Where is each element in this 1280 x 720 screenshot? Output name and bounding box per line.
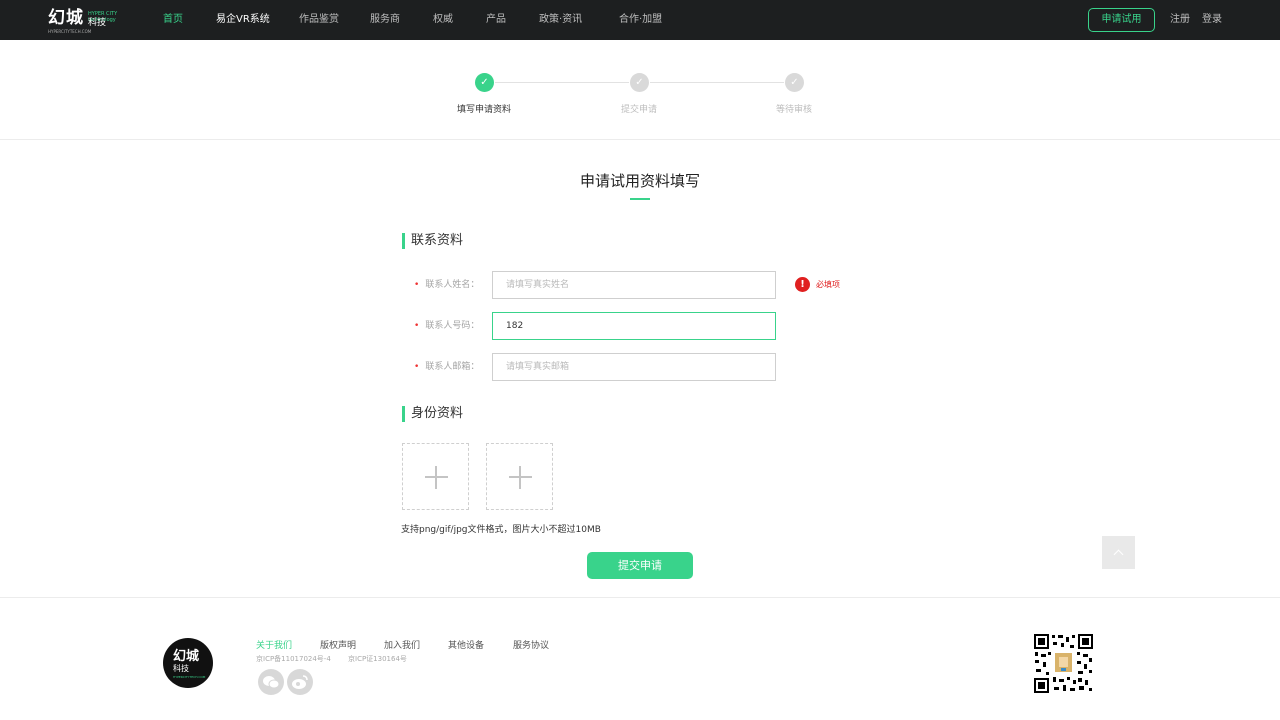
nav-products[interactable]: 产品 [486,13,506,27]
footer-logo-main: 幻城 [173,649,200,664]
error-icon: ! [795,277,810,292]
icp-record-2: 京ICP证130164号 [348,655,407,663]
register-link[interactable]: 注册 [1170,13,1190,27]
step-3-label: 等待审核 [776,105,813,115]
contact-name-input[interactable] [492,271,776,299]
submit-button[interactable]: 提交申请 [587,552,693,579]
required-mark: • [414,321,420,331]
nav-works[interactable]: 作品鉴赏 [299,13,339,27]
title-underline [630,198,650,200]
brand-logo[interactable]: 幻城 HYPER CITY technology 科技 HYPERCITYTEC… [48,8,118,34]
nav-policy-news[interactable]: 政策·资讯 [539,13,582,27]
footer-copyright-link[interactable]: 版权声明 [320,640,356,652]
footer-join-link[interactable]: 加入我们 [384,640,420,652]
apply-trial-button[interactable]: 申请试用 [1088,8,1155,32]
footer-terms-link[interactable]: 服务协议 [513,640,549,652]
contact-phone-input[interactable] [492,312,776,340]
login-link[interactable]: 登录 [1202,13,1222,27]
identity-section-heading: 身份资料 [402,406,463,422]
qr-code [1033,633,1094,694]
back-to-top-icon[interactable] [1102,536,1135,569]
plus-icon [519,466,521,489]
logo-kj-text: 科技 [88,18,107,28]
page-title: 申请试用资料填写 [579,172,700,190]
step-2-label: 提交申请 [621,105,658,115]
upload-hint: 支持png/gif/jpg文件格式，图片大小不超过10MB [401,525,601,535]
icp-record-1: 京ICP备11017024号-4 [256,655,331,663]
nav-cooperation[interactable]: 合作·加盟 [619,13,662,27]
phone-field-label: • 联系人号码： [414,320,484,332]
contact-section-heading: 联系资料 [402,233,463,249]
nav-authority[interactable]: 权威 [433,13,453,27]
phone-label-text: 联系人号码： [425,321,480,331]
footer-logo-en: HYPERCITYTECH.COM [173,675,206,679]
name-label-text: 联系人姓名： [425,280,480,290]
name-field-label: • 联系人姓名： [414,279,484,291]
nav-vr-system[interactable]: 易企VR系统 [216,13,270,27]
nav-providers[interactable]: 服务商 [370,13,400,27]
required-mark: • [414,362,420,372]
footer-logo: 幻城 科技 HYPERCITYTECH.COM [163,638,213,688]
logo-domain-text: HYPERCITYTECH.COM [48,29,92,34]
upload-box-2[interactable] [486,443,553,510]
weibo-icon[interactable] [287,669,313,695]
step-1-label: 填写申请资料 [457,105,512,115]
nav-home[interactable]: 首页 [163,13,183,27]
progress-steps: ✓ ✓ ✓ 填写申请资料 提交申请 等待审核 [0,40,1280,140]
contact-email-input[interactable] [492,353,776,381]
plus-icon [435,466,437,489]
upload-box-1[interactable] [402,443,469,510]
step-1-check-icon: ✓ [475,73,494,92]
footer-devices-link[interactable]: 其他设备 [448,640,484,652]
email-label-text: 联系人邮箱： [425,362,480,372]
logo-main-text: 幻城 [48,8,84,28]
step-2-check-icon: ✓ [630,73,649,92]
footer-logo-sub: 科技 [173,664,189,673]
step-connector [495,82,629,83]
required-mark: • [414,280,420,290]
email-field-label: • 联系人邮箱： [414,361,484,373]
step-3-check-icon: ✓ [785,73,804,92]
error-message: 必填项 [816,280,840,289]
step-connector [650,82,784,83]
footer-about-link[interactable]: 关于我们 [256,640,292,652]
top-navbar: 幻城 HYPER CITY technology 科技 HYPERCITYTEC… [0,0,1280,40]
wechat-icon[interactable] [258,669,284,695]
footer-divider [0,597,1280,598]
